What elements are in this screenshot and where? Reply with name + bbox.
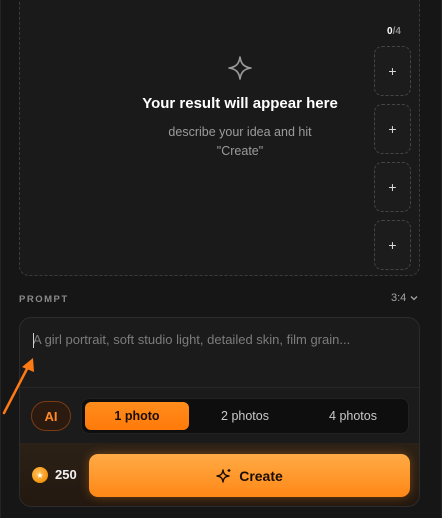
- credits-count: 250: [55, 467, 77, 482]
- add-slot-button-4[interactable]: +: [374, 220, 411, 270]
- text-caret: [33, 333, 34, 348]
- create-bar: ★ 250 Create: [20, 443, 419, 506]
- prompt-card: AI 1 photo 2 photos 4 photos ★ 250 Creat…: [19, 317, 420, 507]
- create-button-label: Create: [239, 467, 283, 484]
- coin-icon: ★: [32, 467, 48, 483]
- chevron-down-icon: [410, 296, 418, 301]
- generator-panel: Your result will appear here describe yo…: [0, 0, 442, 518]
- result-subtitle: describe your idea and hit "Create": [130, 123, 350, 161]
- prompt-input[interactable]: [33, 332, 405, 392]
- result-area: Your result will appear here describe yo…: [19, 0, 420, 276]
- result-counter: 0/4: [378, 26, 410, 37]
- prompt-divider: [20, 387, 419, 388]
- aspect-ratio-value: 3:4: [391, 292, 407, 304]
- aspect-ratio-select[interactable]: 3:4: [391, 292, 418, 304]
- photo-option-4[interactable]: 4 photos: [301, 402, 405, 430]
- result-counter-total: /4: [392, 26, 401, 37]
- arrow-annotation: [2, 358, 34, 415]
- photo-option-1[interactable]: 1 photo: [85, 402, 189, 430]
- add-slot-button-3[interactable]: +: [374, 162, 411, 212]
- photo-count-selector: 1 photo 2 photos 4 photos: [81, 398, 409, 434]
- photo-option-2[interactable]: 2 photos: [193, 402, 297, 430]
- result-subtitle-line1: describe your idea and hit: [168, 125, 312, 139]
- sparkles-icon: [216, 468, 231, 483]
- prompt-label: PROMPT: [19, 294, 69, 305]
- result-subtitle-line2: "Create": [216, 144, 264, 158]
- result-title: Your result will appear here: [142, 95, 338, 112]
- panel-border-left: [0, 0, 1, 518]
- create-button[interactable]: Create: [89, 454, 410, 497]
- add-slot-button-2[interactable]: +: [374, 104, 411, 154]
- sparkle-icon: [228, 56, 252, 80]
- add-slot-button-1[interactable]: +: [374, 46, 411, 96]
